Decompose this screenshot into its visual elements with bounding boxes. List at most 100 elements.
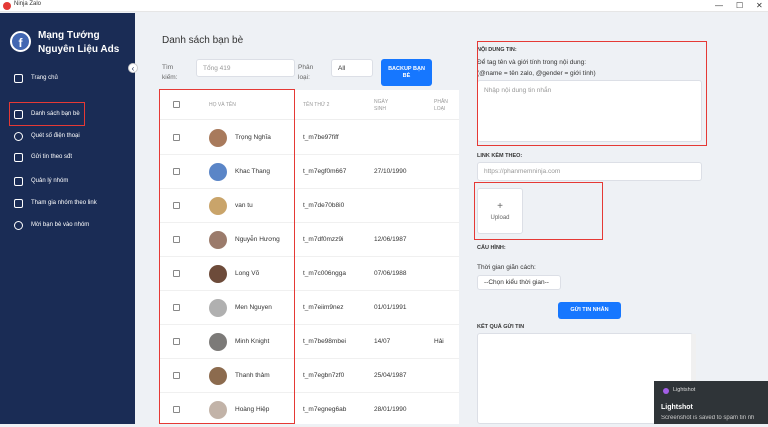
table-row[interactable]: Thanh thảm t_m7egbn7zf0 25/04/1987 [159,359,459,393]
friend-alias: t_m7de70b8i0 [303,202,345,209]
row-checkbox[interactable] [173,134,180,141]
title-bar: Ninja Zalo — ☐ ✕ [0,0,768,12]
friend-dob: 28/01/1990 [374,406,407,413]
sidebar: f Mạng Tướng Nguyên Liệu Ads ‹ Trang chủ… [0,13,138,424]
sidebar-item-label: Quản lý nhóm [31,178,69,184]
sidebar-item-invite-friends[interactable]: Mời bạn bè vào nhóm [14,218,89,232]
row-checkbox[interactable] [173,202,180,209]
main-content: Danh sách bạn bè Tìm kiếm: Tổng 419 Phân… [135,13,768,427]
select-all-checkbox[interactable] [173,101,180,108]
brand-line-2: Nguyên Liệu Ads [38,44,120,55]
row-checkbox[interactable] [173,304,180,311]
app-icon [3,2,11,10]
friend-name: Hoàng Hiệp [235,406,270,413]
send-message-button[interactable]: GỬI TIN NHẮN [558,302,621,319]
page-title: Danh sách bạn bè [162,35,244,46]
row-checkbox[interactable] [173,270,180,277]
interval-label: Thời gian giãn cách: [477,264,536,271]
table-row[interactable]: Long Võ t_m7c006ngga 07/06/1988 [159,257,459,291]
friend-name: van tu [235,202,253,209]
friend-name: Trọng Nghĩa [235,134,271,141]
interval-select[interactable]: --Chọn kiểu thời gian-- [477,275,561,290]
chart-icon [14,176,23,186]
table-header: HỌ VÀ TÊN TÊN THỨ 2 NGÀY SINH PHÂN LOẠI [159,90,459,120]
avatar [209,265,227,283]
search-input[interactable]: Tổng 419 [196,59,295,77]
plus-icon: + [497,200,503,212]
avatar [209,129,227,147]
row-checkbox[interactable] [173,236,180,243]
plus-circle-icon [14,220,23,230]
table-row[interactable]: Hoàng Hiệp t_m7egneg6ab 28/01/1990 [159,393,459,427]
facebook-icon: f [10,31,31,52]
friend-name: Khac Thang [235,168,270,175]
upload-label: Upload [490,214,510,221]
avatar [209,401,227,419]
window-title: Ninja Zalo [14,1,42,7]
table-row[interactable]: Khac Thang t_m7egf0m667 27/10/1990 [159,155,459,189]
sidebar-item-send-by-phone[interactable]: Gửi tin theo sđt [14,150,72,164]
content-label: NỘI DUNG TIN: [477,47,517,53]
upload-button[interactable]: + Upload [477,188,523,234]
home-icon [14,73,23,83]
link-label: LINK KÈM THEO: [477,153,523,159]
friend-dob: 12/06/1987 [374,236,407,243]
toast-app-name: Lightshot [673,387,696,393]
friend-name: Men Nguyen [235,304,272,311]
friend-alias: t_m7df0mzz9i [303,236,344,243]
friend-alias: t_m7egneg6ab [303,406,347,413]
sidebar-item-label: Trang chủ [31,75,58,81]
friend-dob: 01/01/1991 [374,304,407,311]
maximize-button[interactable]: ☐ [736,0,743,12]
friend-alias: t_m7be97fiff [303,134,339,141]
sidebar-item-join-group[interactable]: Tham gia nhóm theo link [14,196,97,210]
friend-alias: t_m7eiim9nez [303,304,344,311]
column-type: PHÂN LOẠI [434,99,448,112]
row-checkbox[interactable] [173,338,180,345]
avatar [209,367,227,385]
row-checkbox[interactable] [173,406,180,413]
friend-dob: 07/06/1988 [374,270,407,277]
avatar [209,231,227,249]
search-icon [14,131,23,141]
table-row[interactable]: Men Nguyen t_m7eiim9nez 01/01/1991 [159,291,459,325]
sidebar-item-friends[interactable]: Danh sách bạn bè [9,102,85,126]
column-dob: NGÀY SINH [374,99,389,112]
message-textarea[interactable]: Nhập nội dung tin nhắn [477,80,702,142]
link-input[interactable]: https://phanmemninja.com [477,162,702,181]
table-row[interactable]: Nguyễn Hương t_m7df0mzz9i 12/06/1987 [159,223,459,257]
filter-label: Phân loại: [298,64,314,81]
sidebar-item-scan-phone[interactable]: Quét số điện thoại [14,129,80,143]
friend-dob: 27/10/1990 [374,168,407,175]
tag-hint-2: (@name = tên zalo, @gender = giới tính) [477,70,596,77]
column-name: HỌ VÀ TÊN [209,102,236,108]
sidebar-item-home[interactable]: Trang chủ [14,71,58,85]
result-label: KẾT QUẢ GỬI TIN [477,324,525,330]
sidebar-item-label: Danh sách bạn bè [31,111,80,117]
message-icon [14,152,23,162]
avatar [209,163,227,181]
minimize-button[interactable]: — [715,0,723,12]
sidebar-item-groups[interactable]: Quản lý nhóm [14,174,68,188]
friend-name: Thanh thảm [235,372,270,379]
sidebar-item-label: Mời bạn bè vào nhóm [31,222,90,228]
close-button[interactable]: ✕ [756,0,763,12]
filter-select[interactable]: All [331,59,373,77]
sidebar-item-label: Tham gia nhóm theo link [31,200,97,206]
table-row[interactable]: Trọng Nghĩa t_m7be97fiff [159,121,459,155]
table-row[interactable]: Minh Knight t_m7be98mbei 14/07 Hải [159,325,459,359]
backup-friends-button[interactable]: BACKUP BẠN BÈ [381,59,432,86]
avatar [209,197,227,215]
friend-alias: t_m7egbn7zf0 [303,372,345,379]
friend-type: Hải [434,338,444,345]
row-checkbox[interactable] [173,168,180,175]
friends-table: HỌ VÀ TÊN TÊN THỨ 2 NGÀY SINH PHÂN LOẠI … [159,90,459,427]
table-row[interactable]: van tu t_m7de70b8i0 [159,189,459,223]
sidebar-item-label: Quét số điện thoại [31,133,80,139]
row-checkbox[interactable] [173,372,180,379]
friend-name: Nguyễn Hương [235,236,280,243]
search-label: Tìm kiếm: [162,64,178,81]
friend-alias: t_m7be98mbei [303,338,346,345]
column-alias: TÊN THỨ 2 [303,102,330,108]
lightshot-notification[interactable]: Lightshot Lightshot Screenshot is saved … [654,381,768,424]
